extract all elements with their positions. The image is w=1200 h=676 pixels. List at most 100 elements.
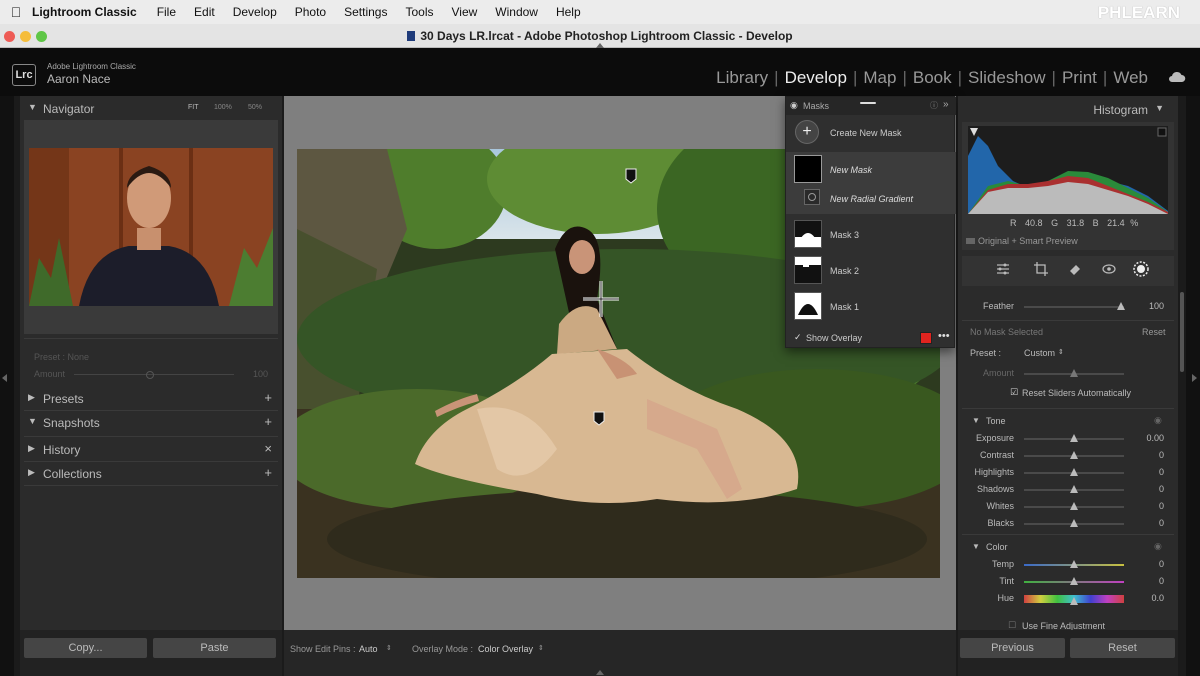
help-icon[interactable]: ⓘ xyxy=(930,100,938,111)
feather-slider[interactable]: Feather 100 xyxy=(958,300,1178,314)
slider-row[interactable]: Blacks 0 xyxy=(958,517,1178,531)
slider-value[interactable]: 0.00 xyxy=(1146,433,1164,443)
slider-row[interactable]: Highlights 0 xyxy=(958,466,1178,480)
eye-icon[interactable]: ◉ xyxy=(1154,415,1162,426)
zoom-fit[interactable]: FIT xyxy=(188,104,199,111)
slider-knob[interactable] xyxy=(1070,485,1078,493)
menu-settings[interactable]: Settings xyxy=(344,5,387,19)
module-slideshow[interactable]: Slideshow xyxy=(968,68,1046,88)
slider-knob[interactable] xyxy=(1070,468,1078,476)
create-new-mask-button[interactable]: + Create New Mask xyxy=(786,119,956,147)
menu-help[interactable]: Help xyxy=(556,5,581,19)
expand-triangle-icon[interactable]: ▶ xyxy=(28,443,35,454)
collapse-triangle-icon[interactable]: ▼ xyxy=(972,416,980,425)
menu-file[interactable]: File xyxy=(157,5,176,19)
menu-develop[interactable]: Develop xyxy=(233,5,277,19)
zoom-100[interactable]: 100% xyxy=(214,104,232,111)
zoom-50[interactable]: 50% xyxy=(248,104,262,111)
slider-track[interactable] xyxy=(1024,560,1124,568)
slider-value[interactable]: 0.0 xyxy=(1151,593,1164,603)
add-collection-icon[interactable]: + xyxy=(264,465,272,480)
collapse-panel-icon[interactable]: » xyxy=(943,99,949,110)
masking-icon[interactable] xyxy=(1132,260,1150,280)
reset-sliders-checkbox[interactable]: ☑ xyxy=(1010,387,1018,398)
slider-track[interactable] xyxy=(1024,434,1124,442)
collapse-triangle-icon[interactable]: ▼ xyxy=(972,542,980,551)
paste-button[interactable]: Paste xyxy=(153,638,276,658)
red-eye-icon[interactable] xyxy=(1102,262,1116,278)
mask-amount-slider[interactable]: Amount xyxy=(958,367,1178,381)
overlay-color-swatch[interactable] xyxy=(920,332,932,344)
tone-header[interactable]: ▼ Tone ◉ xyxy=(958,414,1178,430)
slider-knob[interactable] xyxy=(1070,434,1078,442)
slider-knob[interactable] xyxy=(1070,577,1078,585)
slider-track[interactable] xyxy=(1024,485,1124,493)
more-options-icon[interactable]: ••• xyxy=(938,330,950,342)
snapshots-header[interactable]: ▼ Snapshots + xyxy=(24,412,278,434)
right-panel-toggle-strip[interactable] xyxy=(1186,96,1200,676)
new-radial-gradient-label[interactable]: New Radial Gradient xyxy=(830,194,913,204)
navigator-preview[interactable] xyxy=(24,120,278,334)
edit-sliders-icon[interactable] xyxy=(996,262,1010,278)
app-menu[interactable]: Lightroom Classic xyxy=(32,5,137,19)
mask-amount-track[interactable] xyxy=(1024,369,1124,377)
slider-track[interactable] xyxy=(1024,519,1124,527)
feather-knob[interactable] xyxy=(1117,302,1125,310)
slider-knob[interactable] xyxy=(1070,451,1078,459)
mask-2-item[interactable]: Mask 2 xyxy=(786,254,956,288)
new-mask-group[interactable]: New Mask New Radial Gradient xyxy=(786,152,956,214)
crop-icon[interactable] xyxy=(1034,262,1048,278)
slider-knob[interactable] xyxy=(1070,597,1078,605)
edit-pins-select[interactable]: Auto xyxy=(359,644,378,654)
slider-row[interactable]: Shadows 0 xyxy=(958,483,1178,497)
left-panel-toggle-icon[interactable] xyxy=(2,374,7,382)
apple-menu-icon[interactable]:  xyxy=(0,4,32,20)
reset-button[interactable]: Reset xyxy=(1070,638,1175,658)
nav-amount-knob[interactable] xyxy=(146,371,154,379)
collapse-triangle-icon[interactable]: ▼ xyxy=(28,102,37,112)
menu-edit[interactable]: Edit xyxy=(194,5,215,19)
nav-amount-track[interactable] xyxy=(74,374,234,375)
slider-track[interactable] xyxy=(1024,502,1124,510)
eye-icon[interactable]: ◉ xyxy=(790,100,798,111)
navigator-header[interactable]: ▼ Navigator FIT 100% 50% xyxy=(24,98,278,120)
new-mask-thumbnail[interactable] xyxy=(794,155,822,183)
previous-button[interactable]: Previous xyxy=(960,638,1065,658)
histogram-box[interactable]: R 40.8 G 31.8 B 21.4 % Original + Smart … xyxy=(962,122,1174,250)
slider-value[interactable]: 0 xyxy=(1159,467,1164,477)
module-web[interactable]: Web xyxy=(1113,68,1148,88)
presets-header[interactable]: ▶ Presets + xyxy=(24,388,278,410)
menu-photo[interactable]: Photo xyxy=(295,5,326,19)
right-panel-toggle-icon[interactable] xyxy=(1192,374,1197,382)
slider-track[interactable] xyxy=(1024,468,1124,476)
add-preset-icon[interactable]: + xyxy=(264,390,272,405)
menu-view[interactable]: View xyxy=(451,5,477,19)
right-panel-scrollbar[interactable] xyxy=(1180,292,1184,372)
slider-row[interactable]: Contrast 0 xyxy=(958,449,1178,463)
menu-window[interactable]: Window xyxy=(495,5,538,19)
overlay-mode-select[interactable]: Color Overlay xyxy=(478,644,533,654)
color-header[interactable]: ▼ Color ◉ xyxy=(958,540,1178,556)
copy-button[interactable]: Copy... xyxy=(24,638,147,658)
slider-knob[interactable] xyxy=(1070,560,1078,568)
radial-gradient-icon[interactable] xyxy=(804,189,820,205)
mask-1-item[interactable]: Mask 1 xyxy=(786,290,956,324)
healing-eraser-icon[interactable] xyxy=(1068,262,1082,278)
histogram-header[interactable]: Histogram ▼ xyxy=(958,98,1178,120)
module-book[interactable]: Book xyxy=(913,68,952,88)
menu-tools[interactable]: Tools xyxy=(405,5,433,19)
module-map[interactable]: Map xyxy=(863,68,896,88)
drag-handle[interactable] xyxy=(860,102,876,104)
slider-value[interactable]: 0 xyxy=(1159,518,1164,528)
slider-row[interactable]: Whites 0 xyxy=(958,500,1178,514)
collapse-triangle-icon[interactable]: ▼ xyxy=(1155,103,1164,113)
collections-header[interactable]: ▶ Collections + xyxy=(24,463,278,485)
collapse-triangle-icon[interactable]: ▼ xyxy=(28,416,37,426)
slider-knob[interactable] xyxy=(1070,519,1078,527)
mask-preset-select[interactable]: Custom xyxy=(1024,348,1055,358)
slider-value[interactable]: 0 xyxy=(1159,576,1164,586)
eye-icon[interactable]: ◉ xyxy=(1154,541,1162,552)
module-develop[interactable]: Develop xyxy=(785,68,847,88)
bottom-panel-toggle-icon[interactable] xyxy=(596,670,604,675)
show-overlay-checkbox[interactable]: ✓ xyxy=(794,332,802,343)
